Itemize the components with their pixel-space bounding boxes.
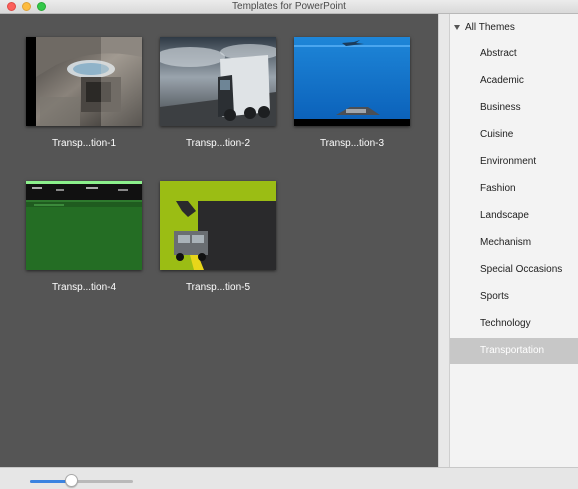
sidebar-item-abstract[interactable]: Abstract — [450, 41, 578, 67]
sidebar-item-special-occasions[interactable]: Special Occasions — [450, 257, 578, 283]
bottom-toolbar — [0, 467, 578, 489]
sidebar-item-academic[interactable]: Academic — [450, 68, 578, 94]
template-thumbnail[interactable] — [160, 37, 276, 126]
template-name: Transp...tion-2 — [185, 138, 251, 149]
truck-image — [160, 37, 276, 126]
sidebar-item-mechanism[interactable]: Mechanism — [450, 230, 578, 256]
sidebar-item-fashion[interactable]: Fashion — [450, 176, 578, 202]
template-thumbnail[interactable] — [26, 37, 142, 126]
template-name: Transp...tion-5 — [185, 282, 251, 293]
truck-lime-image — [160, 181, 276, 270]
template-item-4[interactable]: Transp...tion-4 — [17, 181, 151, 293]
sidebar-item-environment[interactable]: Environment — [450, 149, 578, 175]
sidebar-item-transportation[interactable]: Transportation — [450, 338, 578, 364]
sidebar-root-label: All Themes — [465, 22, 515, 33]
template-item-5[interactable]: Transp...tion-5 — [151, 181, 285, 293]
template-thumbnail[interactable] — [160, 181, 276, 270]
disclosure-triangle-icon[interactable] — [454, 25, 460, 30]
sidebar-root-all-themes[interactable]: All Themes — [450, 18, 578, 38]
template-item-1[interactable]: Transp...tion-1 — [17, 37, 151, 149]
aircraft-interior-image — [26, 37, 142, 126]
sidebar-item-business[interactable]: Business — [450, 95, 578, 121]
sidebar-item-sports[interactable]: Sports — [450, 284, 578, 310]
sidebar-item-technology[interactable]: Technology — [450, 311, 578, 337]
template-gallery: Transp...tion-1 Transp...tion-2 Transp..… — [0, 14, 438, 467]
pane-splitter[interactable] — [438, 14, 450, 467]
airplane-blue-image — [294, 37, 410, 126]
theme-sidebar: All Themes Abstract Academic Business Cu… — [450, 14, 578, 467]
template-name: Transp...tion-3 — [319, 138, 385, 149]
template-name: Transp...tion-1 — [51, 138, 117, 149]
template-item-3[interactable]: Transp...tion-3 — [285, 37, 419, 149]
template-item-2[interactable]: Transp...tion-2 — [151, 37, 285, 149]
title-bar: Templates for PowerPoint — [0, 0, 578, 14]
template-thumbnail[interactable] — [294, 37, 410, 126]
template-thumbnail[interactable] — [26, 181, 142, 270]
train-green-image — [26, 181, 142, 270]
window-title: Templates for PowerPoint — [232, 1, 346, 12]
sidebar-item-cuisine[interactable]: Cuisine — [450, 122, 578, 148]
zoom-slider-knob[interactable] — [64, 474, 78, 487]
sidebar-item-landscape[interactable]: Landscape — [450, 203, 578, 229]
template-name: Transp...tion-4 — [51, 282, 117, 293]
